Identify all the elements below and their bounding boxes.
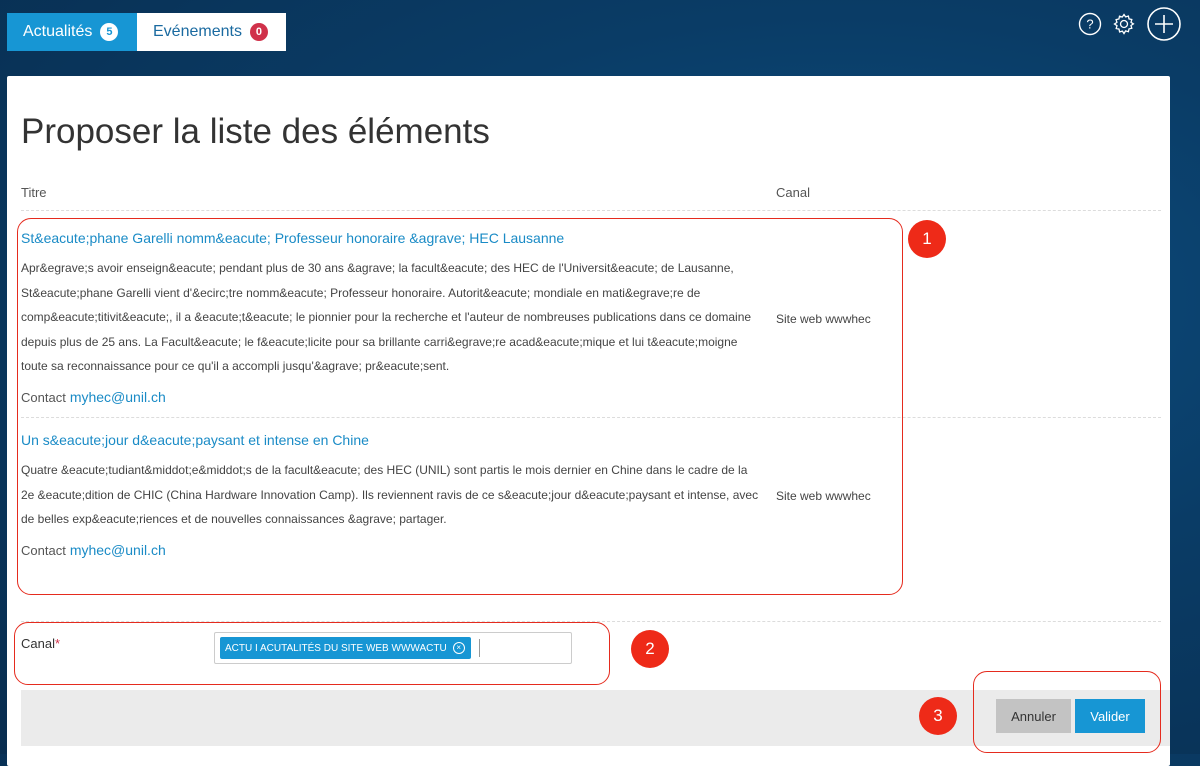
annotation-marker-2: 2 [631, 630, 669, 668]
item-contact: Contact myhec@unil.ch [21, 542, 166, 558]
tab-actualites-label: Actualités [23, 23, 93, 40]
canal-label: Canal* [21, 636, 60, 651]
item-description: Quatre &eacute;tudiant&middot;e&middot;s… [21, 463, 759, 526]
selected-canal-tag: ACTU I ACUTALITÉS DU SITE WEB WWWACTU × [220, 637, 471, 659]
tab-evenements[interactable]: Evénements 0 [137, 13, 286, 51]
gear-icon[interactable] [1112, 12, 1136, 36]
svg-text:?: ? [1086, 17, 1093, 32]
item-title-link[interactable]: Un s&eacute;jour d&eacute;paysant et int… [21, 432, 369, 448]
item-contact: Contact myhec@unil.ch [21, 389, 166, 405]
main-panel: Proposer la liste des éléments Titre Can… [7, 76, 1170, 766]
item-canal: Site web wwwhec [776, 489, 871, 503]
item-canal: Site web wwwhec [776, 312, 871, 326]
tab-bar: Actualités 5 Evénements 0 [7, 13, 286, 51]
annotation-marker-1: 1 [908, 220, 946, 258]
divider [21, 210, 1161, 211]
help-circle-icon[interactable]: ? [1078, 12, 1102, 36]
text-cursor [478, 639, 480, 657]
cancel-button[interactable]: Annuler [996, 699, 1071, 733]
tab-evenements-label: Evénements [153, 23, 242, 40]
divider [21, 621, 1161, 622]
item-contact-email[interactable]: myhec@unil.ch [70, 542, 166, 558]
column-header-canal: Canal [776, 185, 810, 200]
plus-circle-icon[interactable] [1146, 6, 1182, 42]
required-mark: * [54, 636, 61, 651]
item-contact-label: Contact [21, 543, 66, 558]
item-contact-email[interactable]: myhec@unil.ch [70, 389, 166, 405]
item-contact-label: Contact [21, 390, 66, 405]
column-header-titre: Titre [21, 185, 47, 200]
selected-canal-tag-label: ACTU I ACUTALITÉS DU SITE WEB WWWACTU [225, 642, 447, 654]
divider [21, 417, 1161, 418]
page-title: Proposer la liste des éléments [21, 112, 490, 151]
tab-evenements-badge: 0 [249, 23, 268, 41]
tab-actualites-badge: 5 [100, 23, 119, 41]
toolbar-icons: ? [1078, 6, 1182, 42]
submit-button[interactable]: Valider [1075, 699, 1145, 733]
remove-tag-icon[interactable]: × [452, 642, 465, 654]
canal-label-text: Canal [21, 636, 55, 651]
item-title-link[interactable]: St&eacute;phane Garelli nomm&eacute; Pro… [21, 230, 564, 246]
canal-tag-input[interactable]: ACTU I ACUTALITÉS DU SITE WEB WWWACTU × [214, 632, 572, 664]
item-description: Apr&egrave;s avoir enseign&eacute; penda… [21, 261, 752, 373]
tab-actualites[interactable]: Actualités 5 [7, 13, 137, 51]
annotation-marker-3: 3 [919, 697, 957, 735]
